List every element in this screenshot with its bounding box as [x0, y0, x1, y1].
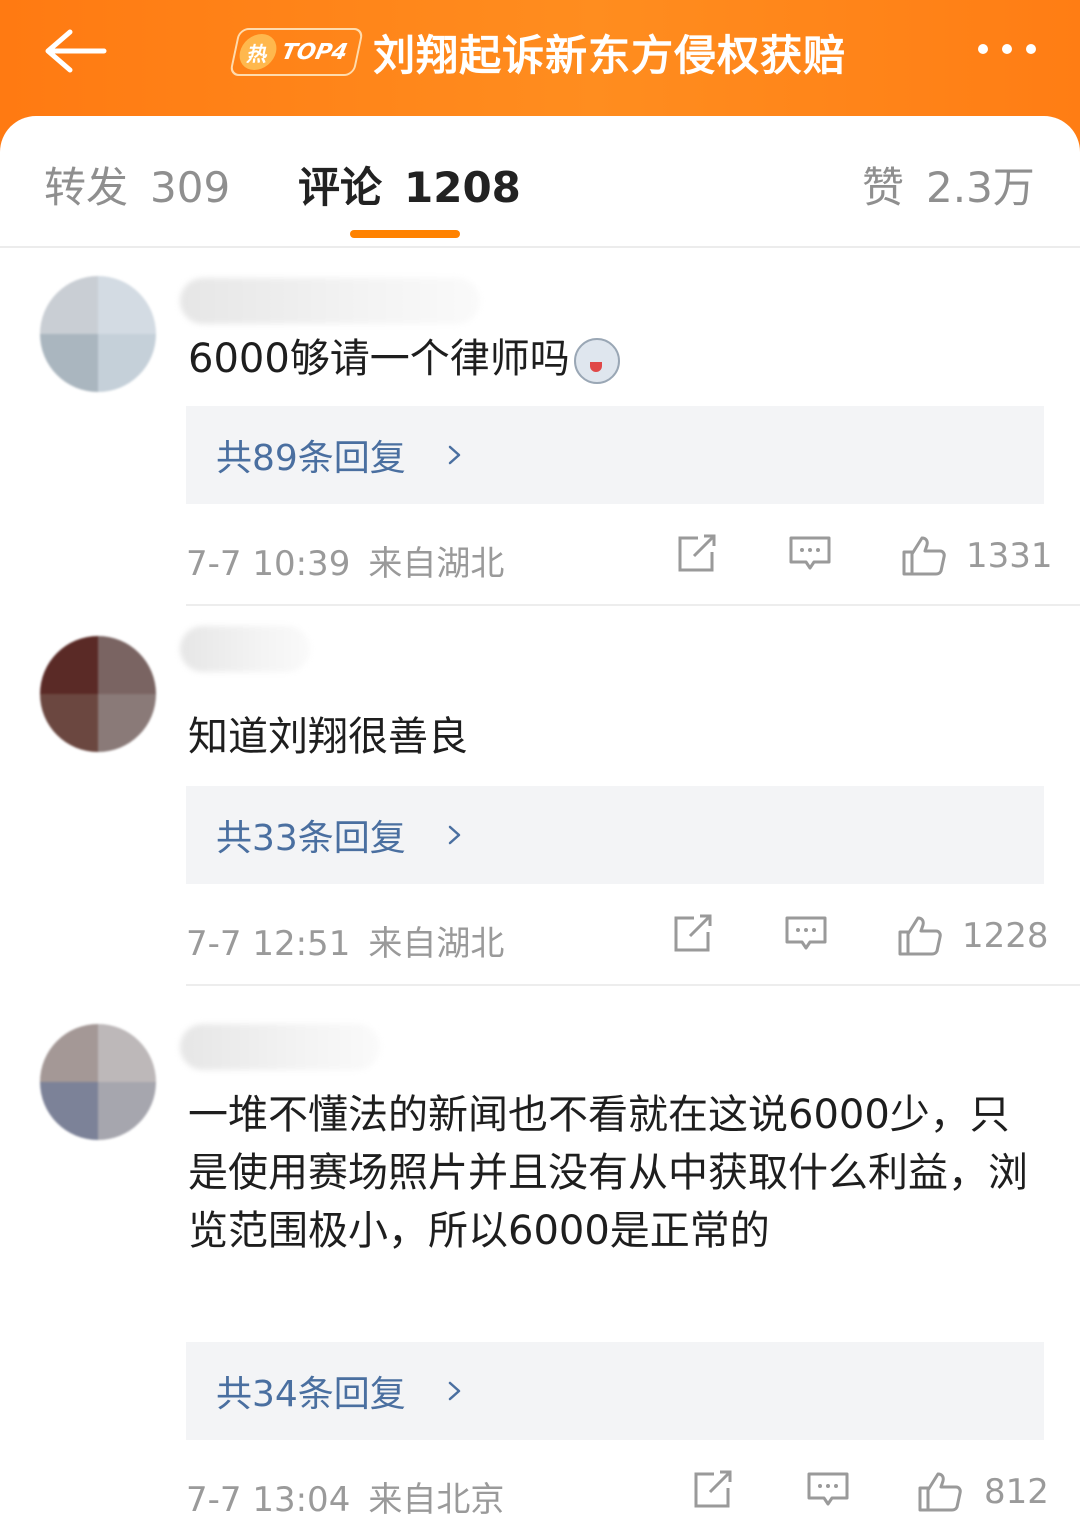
share-icon[interactable] [672, 914, 714, 954]
comment-body: 6000够请一个律师吗 [188, 336, 570, 382]
divider [186, 604, 1080, 606]
like-icon[interactable] [896, 914, 944, 958]
dot [1026, 44, 1036, 54]
tab-count: 309 [150, 163, 231, 212]
comment-text: 6000够请一个律师吗 [188, 330, 1048, 388]
comment-icon[interactable] [806, 1470, 850, 1510]
comment-time-location: 7-7 13:04 来自北京 [186, 1472, 504, 1521]
comment-icon[interactable] [784, 914, 828, 954]
comment-time: 7-7 12:51 [186, 924, 351, 964]
avatar[interactable] [40, 636, 156, 752]
comment-time-location: 7-7 12:51 来自湖北 [186, 916, 504, 965]
avatar[interactable] [40, 1024, 156, 1140]
comment-icon[interactable] [788, 534, 832, 574]
comment-text: 知道刘翔很善良 [188, 708, 1048, 766]
comment-location: 来自北京 [368, 1480, 505, 1520]
comment-text: 一堆不懂法的新闻也不看就在这说6000少，只是使用赛场照片并且没有从中获取什么利… [188, 1086, 1048, 1260]
username-blurred[interactable] [180, 278, 480, 324]
chevron-right-icon [448, 1381, 461, 1401]
comment-location: 来自湖北 [368, 544, 505, 584]
replies-link[interactable]: 共89条回复 [186, 406, 1044, 504]
share-icon[interactable] [676, 534, 718, 574]
tab-count: 2.3万 [926, 163, 1035, 212]
comment-meta: 7-7 13:04 来自北京 812 [186, 1464, 1049, 1524]
page-title: 刘翔起诉新东方侵权获赔 [373, 30, 847, 80]
hot-rank-badge: 热 TOP4 [228, 28, 365, 76]
comment-time: 7-7 10:39 [186, 544, 351, 584]
like-icon[interactable] [900, 534, 948, 578]
tab-label: 赞 [862, 163, 905, 212]
like-icon[interactable] [916, 1470, 964, 1514]
dot [978, 44, 988, 54]
active-tab-indicator [350, 230, 460, 238]
tab-label: 转发 [44, 163, 129, 212]
chevron-right-icon [448, 825, 461, 845]
tab-bar: 转发 309 评论 1208 赞 2.3万 [0, 116, 1080, 248]
replies-label: 共89条回复 [216, 438, 406, 479]
tab-label: 评论 [298, 163, 383, 212]
chevron-right-icon [448, 445, 461, 465]
like-count: 1331 [966, 536, 1053, 576]
replies-label: 共34条回复 [216, 1374, 406, 1415]
comment-time-location: 7-7 10:39 来自湖北 [186, 536, 504, 585]
comment-time: 7-7 13:04 [186, 1480, 351, 1520]
replies-link[interactable]: 共33条回复 [186, 786, 1044, 884]
divider [186, 984, 1080, 986]
like-count: 1228 [962, 916, 1049, 956]
header-title-group: 热 TOP4 刘翔起诉新东方侵权获赔 [0, 20, 1080, 84]
rank-label: TOP4 [279, 39, 350, 65]
avatar[interactable] [40, 276, 156, 392]
like-count: 812 [984, 1472, 1049, 1512]
husky-emoji-icon [573, 338, 620, 384]
dot [1002, 44, 1012, 54]
comment-location: 来自湖北 [368, 924, 505, 964]
content-panel: 转发 309 评论 1208 赞 2.3万 6000够请一个律师吗 共89条回复 7 [0, 116, 1080, 1540]
replies-link[interactable]: 共34条回复 [186, 1342, 1044, 1440]
username-blurred[interactable] [180, 1024, 380, 1070]
hot-icon: 热 [236, 34, 280, 70]
comment-meta: 7-7 12:51 来自湖北 1228 [186, 908, 1049, 968]
comment-meta: 7-7 10:39 来自湖北 1331 [186, 528, 1053, 588]
more-dots-icon[interactable] [978, 44, 1036, 54]
divider [0, 246, 1080, 248]
replies-label: 共33条回复 [216, 818, 406, 859]
tab-reposts[interactable]: 转发 309 [44, 154, 230, 215]
tab-comments[interactable]: 评论 1208 [298, 154, 521, 215]
username-blurred[interactable] [180, 626, 310, 672]
share-icon[interactable] [692, 1470, 734, 1510]
comment-body: 一堆不懂法的新闻也不看就在这说6000少，只是使用赛场照片并且没有从中获取什么利… [188, 1092, 1028, 1254]
tab-likes[interactable]: 赞 2.3万 [862, 154, 1035, 215]
tab-count: 1208 [404, 163, 521, 212]
comment-body: 知道刘翔很善良 [188, 714, 468, 760]
